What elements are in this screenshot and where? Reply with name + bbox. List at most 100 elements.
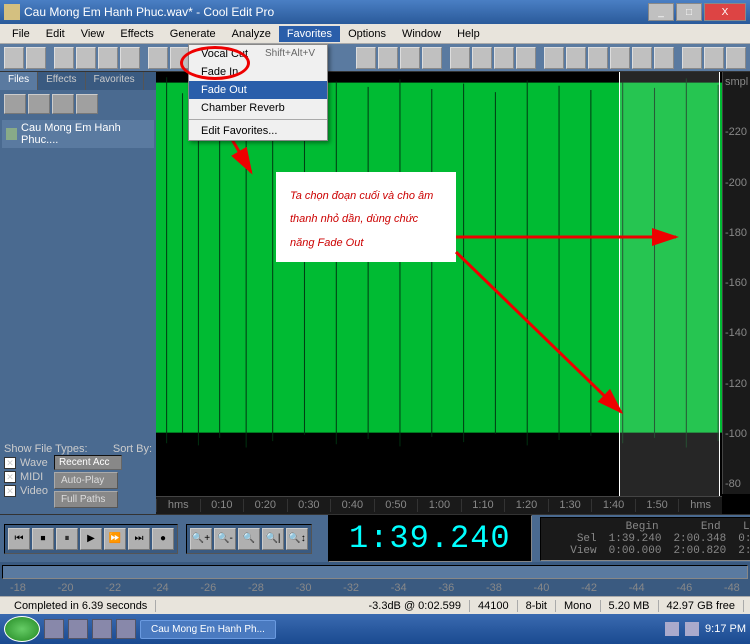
selection-region[interactable] [619, 72, 720, 496]
toolbar-button[interactable] [472, 47, 492, 69]
start-button[interactable] [4, 616, 40, 642]
sel-length[interactable]: 0:21.108 [738, 533, 750, 545]
zoom-sel-button[interactable]: 🔍| [262, 528, 284, 550]
toolbar-button[interactable] [566, 47, 586, 69]
autoplay-button[interactable]: Auto-Play [54, 472, 118, 489]
time-ruler[interactable]: hms 0:10 0:20 0:30 0:40 0:50 1:00 1:10 1… [156, 496, 722, 514]
dd-fade-out[interactable]: Fade Out [189, 81, 327, 99]
dd-edit-favorites[interactable]: Edit Favorites... [189, 122, 327, 140]
toolbar-button[interactable] [400, 47, 420, 69]
tray-icon[interactable] [665, 622, 679, 636]
file-list[interactable]: Cau Mong Em Hanh Phuc.... [0, 118, 156, 439]
toolbar-button[interactable] [170, 47, 190, 69]
quicklaunch-icon[interactable] [44, 619, 64, 639]
ampl-tick: -120 [725, 378, 748, 390]
view-length[interactable]: 2:00.820 [738, 545, 750, 557]
check-midi[interactable]: ✕ [4, 471, 16, 483]
side-import-icon[interactable] [52, 94, 74, 114]
titlebar: Cau Mong Em Hanh Phuc.wav* - Cool Edit P… [0, 0, 750, 24]
taskbar-app[interactable]: Cau Mong Em Hanh Ph... [140, 620, 276, 639]
meter-tick: -40 [534, 582, 550, 594]
close-button[interactable]: X [704, 3, 746, 21]
time-tick: 0:10 [200, 499, 244, 512]
goto-end-button[interactable]: ⏭ [128, 528, 150, 550]
toolbar-button[interactable] [26, 47, 46, 69]
goto-start-button[interactable]: ⏮ [8, 528, 30, 550]
dd-chamber-reverb[interactable]: Chamber Reverb [189, 99, 327, 117]
menu-analyze[interactable]: Analyze [224, 26, 279, 42]
toolbar-button[interactable] [494, 47, 514, 69]
toolbar-button[interactable] [76, 47, 96, 69]
menu-window[interactable]: Window [394, 26, 449, 42]
zoom-vert-button[interactable]: 🔍↕ [286, 528, 308, 550]
quicklaunch-icon[interactable] [116, 619, 136, 639]
pause-button[interactable]: ⏸ [56, 528, 78, 550]
menu-file[interactable]: File [4, 26, 38, 42]
tab-effects[interactable]: Effects [38, 72, 85, 90]
menu-generate[interactable]: Generate [162, 26, 224, 42]
sel-begin[interactable]: 1:39.240 [609, 533, 662, 545]
tab-files[interactable]: Files [0, 72, 38, 90]
toolbar-button[interactable] [98, 47, 118, 69]
tray-icon[interactable] [685, 622, 699, 636]
file-item[interactable]: Cau Mong Em Hanh Phuc.... [2, 120, 154, 148]
type-wave-label: Wave [20, 457, 48, 469]
play-button[interactable]: ▶ [80, 528, 102, 550]
status-db: -3.3dB @ 0:02.599 [360, 600, 470, 612]
time-tick: 1:00 [417, 499, 461, 512]
view-end[interactable]: 2:00.820 [673, 545, 726, 557]
show-types-label: Show File Types: [4, 443, 88, 455]
toolbar-button[interactable] [54, 47, 74, 69]
menu-view[interactable]: View [73, 26, 113, 42]
toolbar-button[interactable] [654, 47, 674, 69]
tab-favorites[interactable]: Favorites [86, 72, 144, 90]
toolbar-button[interactable] [632, 47, 652, 69]
toolbar-button[interactable] [148, 47, 168, 69]
record-button[interactable]: ● [152, 528, 174, 550]
tray-clock[interactable]: 9:17 PM [705, 623, 746, 635]
dd-fade-in[interactable]: Fade In [189, 63, 327, 81]
toolbar-button[interactable] [682, 47, 702, 69]
meter-track[interactable] [2, 565, 748, 579]
sel-hdr-end: End [671, 521, 721, 533]
maximize-button[interactable]: □ [676, 3, 702, 21]
toolbar-button[interactable] [450, 47, 470, 69]
side-close-icon[interactable] [28, 94, 50, 114]
minimize-button[interactable]: _ [648, 3, 674, 21]
toolbar-button[interactable] [704, 47, 724, 69]
menu-effects[interactable]: Effects [112, 26, 161, 42]
toolbar-button[interactable] [422, 47, 442, 69]
menu-edit[interactable]: Edit [38, 26, 73, 42]
view-begin[interactable]: 0:00.000 [609, 545, 662, 557]
toolbar-button[interactable] [588, 47, 608, 69]
fullpaths-button[interactable]: Full Paths [54, 491, 118, 508]
menu-favorites[interactable]: Favorites [279, 26, 340, 42]
check-wave[interactable]: ✕ [4, 457, 16, 469]
toolbar-button[interactable] [4, 47, 24, 69]
toolbar-button[interactable] [120, 47, 140, 69]
stop-button[interactable]: ⏹ [32, 528, 54, 550]
menu-help[interactable]: Help [449, 26, 488, 42]
zoom-full-button[interactable]: 🔍 [238, 528, 260, 550]
toolbar-button[interactable] [544, 47, 564, 69]
menu-options[interactable]: Options [340, 26, 394, 42]
zoom-in-button[interactable]: 🔍+ [190, 528, 212, 550]
toolbar-button[interactable] [610, 47, 630, 69]
sort-select[interactable]: Recent Acc [54, 455, 122, 470]
toolbar-button[interactable] [378, 47, 398, 69]
toolbar-button[interactable] [356, 47, 376, 69]
toolbar-button[interactable] [516, 47, 536, 69]
quicklaunch-icon[interactable] [68, 619, 88, 639]
time-tick: 1:30 [548, 499, 592, 512]
dd-vocal-cut[interactable]: Vocal CutShift+Alt+V [189, 45, 327, 63]
view-row-label: View [547, 545, 597, 557]
ffwd-button[interactable]: ⏩ [104, 528, 126, 550]
ampl-tick: -220 [725, 126, 748, 138]
side-opts-icon[interactable] [76, 94, 98, 114]
sel-end[interactable]: 2:00.348 [673, 533, 726, 545]
zoom-out-button[interactable]: 🔍- [214, 528, 236, 550]
side-open-icon[interactable] [4, 94, 26, 114]
check-video[interactable]: ✕ [4, 485, 16, 497]
toolbar-button[interactable] [726, 47, 746, 69]
quicklaunch-icon[interactable] [92, 619, 112, 639]
